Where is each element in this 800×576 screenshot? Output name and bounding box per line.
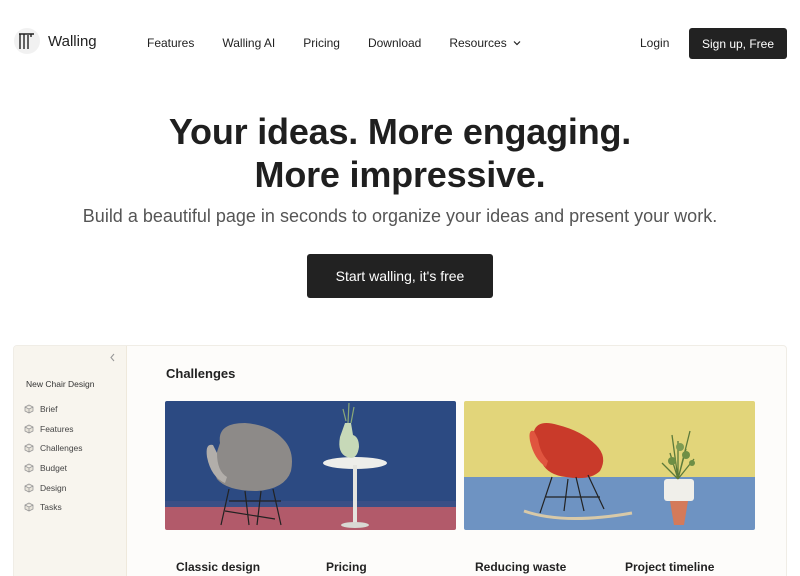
brand-name: Walling xyxy=(48,32,97,50)
sidebar-item-label: Brief xyxy=(40,403,58,414)
sidebar-item-budget[interactable]: Budget xyxy=(24,458,83,478)
brand-logo[interactable]: Walling xyxy=(14,28,97,54)
main-nav: Features Walling AI Pricing Download Res… xyxy=(147,36,549,50)
sidebar-title: New Chair Design xyxy=(26,379,95,389)
nav-walling-ai[interactable]: Walling AI xyxy=(222,36,275,50)
column-label-classic-design: Classic design xyxy=(176,560,261,574)
nav-features[interactable]: Features xyxy=(147,36,194,50)
hero-subtitle: Build a beautiful page in seconds to org… xyxy=(82,206,718,226)
sidebar-item-brief[interactable]: Brief xyxy=(24,399,83,419)
nav-download[interactable]: Download xyxy=(368,36,421,50)
hero-title-line-2: More impressive. xyxy=(254,154,546,195)
grey-chair-image xyxy=(165,401,456,530)
sidebar-item-label: Budget xyxy=(40,462,67,473)
nav-resources[interactable]: Resources xyxy=(449,36,521,50)
cube-icon xyxy=(24,404,34,414)
sidebar-item-label: Design xyxy=(40,482,67,493)
column-label-reducing-waste: Reducing waste xyxy=(475,560,567,574)
cube-icon xyxy=(24,502,34,512)
hero-title: Your ideas. More engaging. More impressi… xyxy=(0,110,800,196)
login-link[interactable]: Login xyxy=(640,36,669,50)
hero-title-line-1: Your ideas. More engaging. xyxy=(168,111,632,152)
signup-button[interactable]: Sign up, Free xyxy=(689,28,787,59)
section-title: Challenges xyxy=(166,366,236,381)
sidebar-item-features[interactable]: Features xyxy=(24,419,83,439)
sidebar-item-label: Tasks xyxy=(40,502,62,513)
site-header: Walling Features Walling AI Pricing Down… xyxy=(0,0,800,86)
sidebar-item-challenges[interactable]: Challenges xyxy=(24,438,83,458)
cube-icon xyxy=(24,443,34,453)
cube-icon xyxy=(24,424,34,433)
sidebar-item-tasks[interactable]: Tasks xyxy=(24,497,83,517)
nav-resources-label: Resources xyxy=(449,36,507,50)
cube-icon xyxy=(24,463,34,473)
red-rocking-chair-image xyxy=(464,401,755,530)
sidebar-item-label: Features xyxy=(40,423,74,434)
nav-pricing[interactable]: Pricing xyxy=(303,36,340,50)
sidebar-item-design[interactable]: Design xyxy=(24,478,83,498)
start-walling-button[interactable]: Start walling, it's free xyxy=(307,254,493,298)
preview-sidebar: New Chair Design Brief Features Challeng… xyxy=(14,346,127,576)
chevron-down-icon xyxy=(513,38,521,48)
column-label-project-timeline: Project timeline xyxy=(625,560,715,574)
column-label-pricing: Pricing xyxy=(326,560,367,574)
cube-icon xyxy=(24,483,34,493)
app-preview: New Chair Design Brief Features Challeng… xyxy=(13,345,787,576)
chevron-left-icon[interactable] xyxy=(109,353,116,365)
sidebar-item-label: Challenges xyxy=(40,443,83,454)
sidebar-list: Brief Features Challenges Budget Design … xyxy=(24,399,83,517)
walling-logo-icon xyxy=(14,28,40,54)
